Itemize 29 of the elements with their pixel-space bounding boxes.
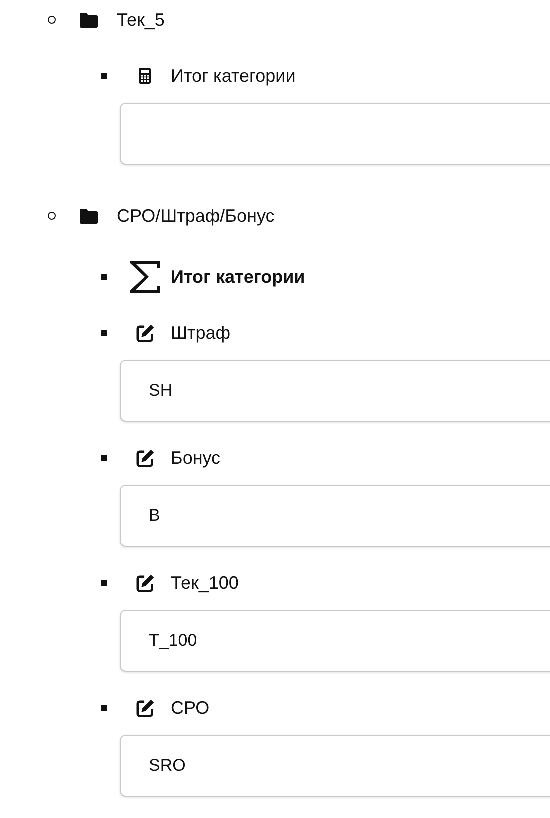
input-field[interactable]: T_100 <box>120 610 550 672</box>
item-label: Штраф <box>171 322 231 344</box>
edit-icon <box>136 324 154 342</box>
bullet-icon <box>101 73 107 79</box>
item-label: Тек_100 <box>171 572 239 594</box>
calculator-icon <box>139 68 151 84</box>
folder-title: Тек_5 <box>117 10 165 30</box>
item-label: Итог категории <box>171 66 296 86</box>
bullet-icon <box>101 705 107 711</box>
input-field[interactable]: B <box>120 485 550 547</box>
edit-icon <box>136 448 154 468</box>
item-label: Бонус <box>171 448 221 468</box>
edit-icon <box>136 574 154 592</box>
item-label: СРО <box>171 698 210 718</box>
folder-icon <box>80 208 98 224</box>
bullet-icon <box>48 212 56 220</box>
bullet-icon <box>101 330 107 336</box>
bullet-icon <box>101 580 107 586</box>
edit-icon <box>136 698 154 718</box>
folder-title: СРО/Штраф/Бонус <box>117 206 275 226</box>
bullet-icon <box>101 274 107 280</box>
bullet-icon <box>101 455 107 461</box>
item-label: Итог категории <box>171 266 306 288</box>
bullet-icon <box>48 16 56 24</box>
sigma-icon <box>128 259 162 295</box>
input-field[interactable] <box>120 103 550 165</box>
input-field[interactable]: SRO <box>120 735 550 797</box>
input-field[interactable]: SH <box>120 360 550 422</box>
folder-icon <box>80 12 98 28</box>
